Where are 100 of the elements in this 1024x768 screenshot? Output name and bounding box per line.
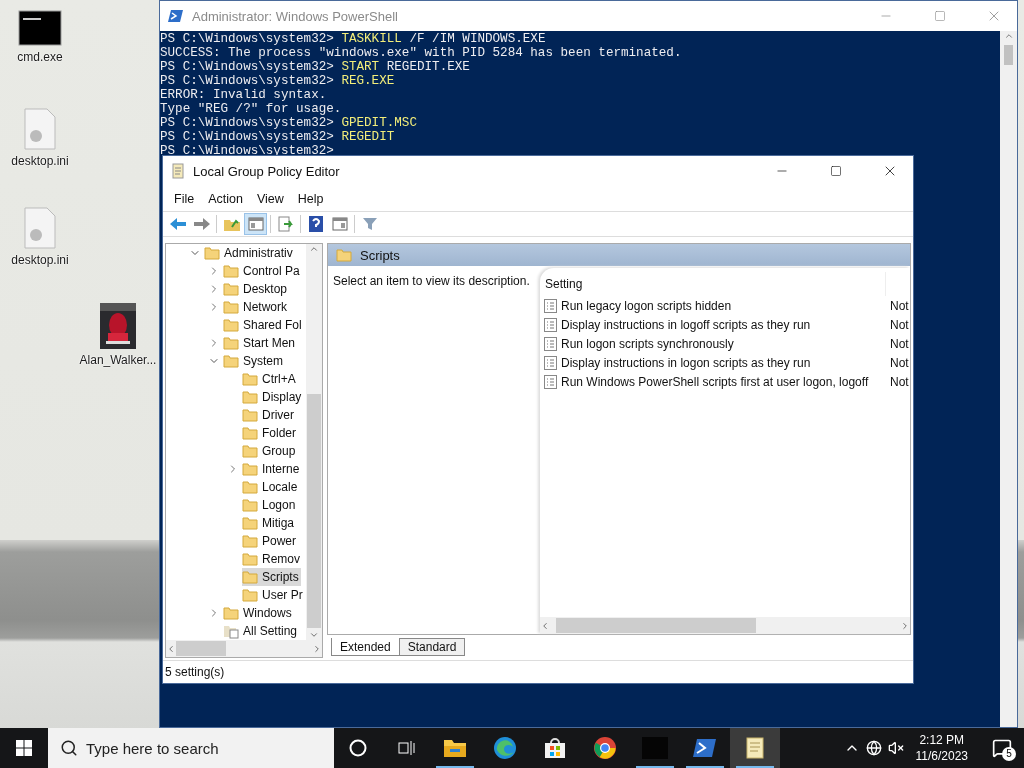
scroll-icon: [171, 163, 185, 179]
view-tab[interactable]: Extended: [331, 638, 400, 656]
tree-item[interactable]: Administrativ: [204, 244, 295, 262]
folder-icon: [242, 516, 258, 530]
tree-item[interactable]: Folder: [242, 424, 298, 442]
taskbar-app[interactable]: [730, 728, 780, 768]
speaker-muted-icon[interactable]: [887, 740, 904, 756]
console-line: ERROR: Invalid syntax.: [160, 88, 328, 102]
folder-icon: [223, 606, 239, 620]
filter-icon: [361, 216, 378, 232]
tree-item[interactable]: Display: [242, 388, 304, 406]
scroll-up-icon[interactable]: [1003, 31, 1014, 41]
folder-icon: [223, 318, 239, 332]
tree-item[interactable]: Windows: [223, 604, 294, 622]
console-icon: [18, 10, 62, 46]
tree-item[interactable]: Group: [242, 442, 298, 460]
status-bar: 5 setting(s): [163, 660, 913, 683]
tree-item[interactable]: Remov: [242, 550, 302, 568]
setting-name[interactable]: Display instructions in logoff scripts as they run: [561, 317, 890, 332]
setting-state: Not: [890, 298, 910, 313]
tree-item[interactable]: User Pr: [242, 586, 305, 604]
desktop-icon[interactable]: desktop.ini: [0, 207, 80, 267]
tree-item[interactable]: Network: [223, 298, 289, 316]
menu-item[interactable]: Action: [201, 191, 250, 206]
tree-item[interactable]: Ctrl+A: [242, 370, 298, 388]
settings-list-icon: [223, 623, 239, 639]
console-line: Type "REG /?" for usage.: [160, 102, 343, 116]
tree-item[interactable]: Control Pa: [223, 262, 302, 280]
toolbar-button[interactable]: [244, 213, 267, 235]
menu-item[interactable]: File: [167, 191, 202, 206]
tree-item[interactable]: Mitiga: [242, 514, 296, 532]
policy-icon: [544, 374, 557, 389]
folder-icon: [204, 246, 220, 260]
help-icon: [308, 216, 323, 232]
scrollbar[interactable]: [1000, 31, 1017, 727]
scroll-up-icon[interactable]: [309, 244, 319, 254]
tree-item[interactable]: Start Men: [223, 334, 298, 352]
setting-state: Not: [890, 355, 910, 370]
scrollbar[interactable]: [540, 617, 910, 634]
folder-icon: [242, 390, 258, 404]
console-line: PS C:\Windows\system32> REG.EXE: [160, 74, 396, 88]
tree-item[interactable]: Logon: [242, 496, 298, 514]
file-icon: [24, 108, 56, 150]
folder-icon: [242, 498, 258, 512]
tree-item[interactable]: Shared Fol: [223, 316, 304, 334]
setting-name[interactable]: Run Windows PowerShell scripts first at user logon, logoff: [561, 374, 890, 389]
globe-icon[interactable]: [865, 740, 882, 756]
folder-icon: [242, 462, 258, 476]
search-field[interactable]: Type here to search: [48, 728, 334, 768]
desktop-icon[interactable]: Alan_Walker...: [78, 303, 158, 367]
maximize-icon: [934, 10, 946, 22]
scroll-down-icon[interactable]: [309, 630, 319, 640]
tree-pane-icon: [247, 217, 264, 231]
folder-icon: [242, 408, 258, 422]
back-arrow-icon: [168, 217, 187, 231]
policy-icon: [544, 355, 557, 370]
scroll-right-icon[interactable]: [312, 643, 322, 654]
folder-icon: [242, 426, 258, 440]
folder-icon: [223, 354, 239, 368]
maximize-icon: [830, 165, 842, 177]
scroll-left-icon[interactable]: [540, 620, 550, 631]
shopping-bag-icon: [543, 737, 567, 759]
window-title: Administrator: Windows PowerShell: [192, 8, 399, 24]
folder-icon: [242, 534, 258, 548]
tree-item[interactable]: Desktop: [223, 280, 290, 298]
terminal-icon: [693, 738, 717, 758]
folder-icon: [242, 372, 258, 386]
folder-icon: [242, 480, 258, 494]
circle-icon: [349, 739, 367, 757]
view-tab[interactable]: Standard: [398, 638, 466, 656]
tree-item[interactable]: Locale: [242, 478, 300, 496]
setting-name[interactable]: Run logon scripts synchronously: [561, 336, 890, 351]
scrollbar-thumb[interactable]: [1004, 45, 1013, 65]
scrollbar[interactable]: [306, 244, 322, 640]
scroll-right-icon[interactable]: [900, 620, 910, 631]
menu-item[interactable]: View: [249, 191, 291, 206]
setting-state: Not: [890, 336, 910, 351]
tree-item[interactable]: System: [223, 352, 285, 370]
desktop-icon[interactable]: desktop.ini: [0, 108, 80, 168]
scrollbar[interactable]: [166, 640, 322, 657]
menu-item[interactable]: Help: [290, 191, 331, 206]
window-title: Local Group Policy Editor: [193, 163, 341, 179]
export-list-icon: [277, 216, 294, 232]
folder-icon: [336, 248, 352, 262]
setting-name[interactable]: Display instructions in logon scripts as they run: [561, 355, 890, 370]
tree-item[interactable]: Power: [242, 532, 298, 550]
tree-item[interactable]: Scripts: [242, 568, 301, 586]
search-icon: [60, 739, 78, 757]
tree-item[interactable]: All Setting: [223, 622, 300, 640]
file-icon: [24, 207, 56, 249]
desktop-icon[interactable]: cmd.exe: [0, 10, 80, 64]
scroll-left-icon[interactable]: [166, 643, 176, 654]
folder-icon: [223, 282, 239, 296]
column-header[interactable]: Setting: [545, 272, 886, 296]
folder-icon: [223, 336, 239, 350]
tree-item[interactable]: Driver: [242, 406, 296, 424]
clock[interactable]: 2:12 PM 11/6/2023: [909, 732, 974, 764]
setting-name[interactable]: Run legacy logon scripts hidden: [561, 298, 890, 313]
tree-item[interactable]: Interne: [242, 460, 302, 478]
notifications-button[interactable]: 5: [980, 728, 1024, 768]
